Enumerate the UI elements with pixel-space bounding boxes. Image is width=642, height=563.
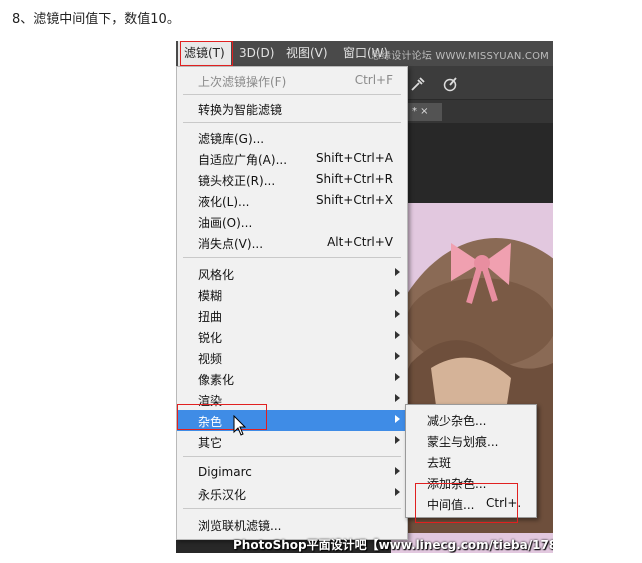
- site-watermark: 思缘设计论坛 WWW.MISSYUAN.COM: [370, 51, 549, 62]
- annotation-box-noise: [177, 404, 267, 430]
- menu-item-distort[interactable]: 扭曲: [177, 305, 407, 326]
- submenu-arrow-icon: [395, 436, 400, 444]
- menu-item-adaptive-wide-angle[interactable]: 自适应广角(A)... Shift+Ctrl+A: [177, 148, 407, 169]
- submenu-item-reduce-noise[interactable]: 减少杂色...: [406, 409, 536, 430]
- submenu-arrow-icon: [395, 373, 400, 381]
- filter-menu: 上次滤镜操作(F) Ctrl+F 转换为智能滤镜 滤镜库(G)... 自适应广角…: [176, 66, 408, 540]
- photoshop-window: 滤镜(T) 3D(D) 视图(V) 窗口(W) 思缘设计论坛 WWW.MISSY…: [176, 41, 553, 553]
- menu-3d[interactable]: 3D(D): [239, 41, 274, 66]
- menu-item-convert-smart-filter[interactable]: 转换为智能滤镜: [177, 98, 407, 119]
- menu-separator: [183, 456, 401, 457]
- menu-item-oil-paint[interactable]: 油画(O)...: [177, 211, 407, 232]
- footer-watermark: PhotoShop平面设计吧【www.linecg.com/tieba/1783…: [233, 538, 553, 552]
- document-tab[interactable]: * ×: [408, 103, 442, 121]
- menu-item-yongle-hanhua[interactable]: 永乐汉化: [177, 483, 407, 504]
- submenu-arrow-icon: [395, 488, 400, 496]
- submenu-arrow-icon: [395, 467, 400, 475]
- annotation-box-median: [415, 483, 518, 523]
- menu-item-pixelate[interactable]: 像素化: [177, 368, 407, 389]
- menu-item-video[interactable]: 视频: [177, 347, 407, 368]
- menu-separator: [183, 508, 401, 509]
- menu-item-blur[interactable]: 模糊: [177, 284, 407, 305]
- menu-item-stylize[interactable]: 风格化: [177, 263, 407, 284]
- mouse-pointer-icon: [233, 415, 247, 436]
- menu-separator: [183, 122, 401, 123]
- submenu-arrow-icon: [395, 310, 400, 318]
- menu-item-browse-online-filters[interactable]: 浏览联机滤镜...: [177, 514, 407, 535]
- submenu-arrow-icon: [395, 331, 400, 339]
- menu-separator: [183, 257, 401, 258]
- menu-item-digimarc[interactable]: Digimarc: [177, 462, 407, 483]
- menu-item-other[interactable]: 其它: [177, 431, 407, 452]
- menu-item-liquify[interactable]: 液化(L)... Shift+Ctrl+X: [177, 190, 407, 211]
- menu-separator: [183, 94, 401, 95]
- submenu-arrow-icon: [395, 394, 400, 402]
- menu-item-vanishing-point[interactable]: 消失点(V)... Alt+Ctrl+V: [177, 232, 407, 253]
- menu-item-lens-correction[interactable]: 镜头校正(R)... Shift+Ctrl+R: [177, 169, 407, 190]
- menu-item-sharpen[interactable]: 锐化: [177, 326, 407, 347]
- annotation-box-filter-menu: [180, 41, 233, 66]
- submenu-arrow-icon: [395, 289, 400, 297]
- submenu-arrow-icon: [395, 268, 400, 276]
- submenu-item-dust-scratches[interactable]: 蒙尘与划痕...: [406, 430, 536, 451]
- submenu-item-despeckle[interactable]: 去斑: [406, 451, 536, 472]
- brush-tool-icon[interactable]: [442, 76, 458, 92]
- submenu-arrow-icon: [395, 415, 400, 423]
- step-caption: 8、滤镜中间值下，数值10。: [12, 12, 180, 27]
- submenu-arrow-icon: [395, 352, 400, 360]
- eyedropper-icon[interactable]: [410, 76, 426, 92]
- menu-item-filter-gallery[interactable]: 滤镜库(G)...: [177, 127, 407, 148]
- menu-view[interactable]: 视图(V): [286, 41, 328, 66]
- menu-item-last-filter[interactable]: 上次滤镜操作(F) Ctrl+F: [177, 70, 407, 91]
